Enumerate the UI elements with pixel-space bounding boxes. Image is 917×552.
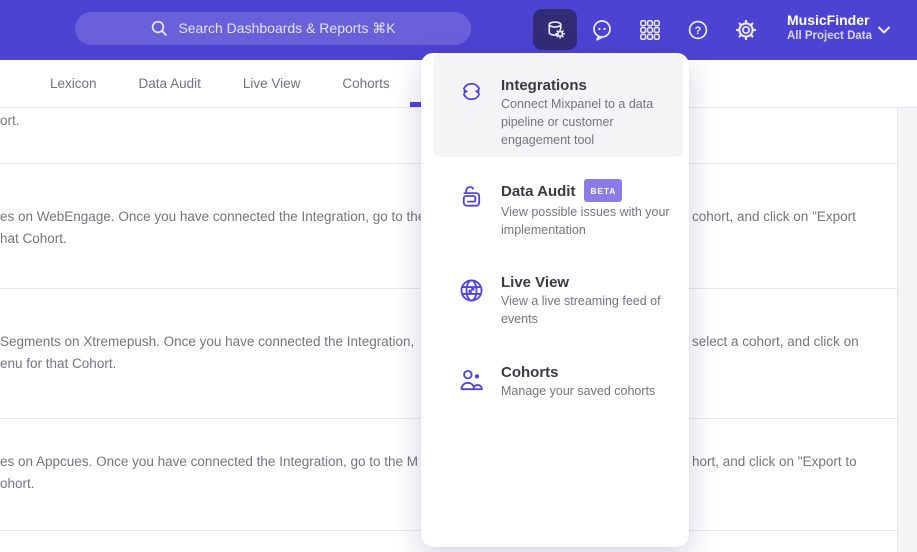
svg-text:?: ? [695,25,702,37]
menu-item-description: Connect Mixpanel to a data pipeline or c… [501,97,654,147]
integration-row-text: select a cohort, and click on [692,334,859,349]
tab-lexicon[interactable]: Lexicon [50,76,97,91]
integration-row-text: ort. [0,113,20,128]
database-gear-icon [544,18,567,41]
integration-row-text: hort, and click on "Export to [692,454,857,469]
data-management-dropdown: Lexicon Document and transform your even… [421,53,689,547]
people-icon [458,367,485,394]
project-switcher[interactable]: MusicFinder All Project Data [787,11,872,44]
settings-button[interactable] [734,18,758,42]
beta-badge: BETA [584,179,623,202]
menu-item-title: Live View [501,274,570,291]
menu-item-live-view[interactable]: Live View View a live streaming feed of … [421,272,689,328]
search-icon [150,19,169,38]
chevron-down-icon[interactable] [876,23,892,37]
apps-grid-button[interactable] [638,18,662,42]
project-subtitle: All Project Data [787,30,872,42]
tab-data-audit[interactable]: Data Audit [139,76,201,91]
sync-arrows-icon [458,78,485,105]
tab-live-view[interactable]: Live View [243,76,301,91]
menu-item-title: Integrations [501,77,587,94]
menu-item-description: Manage your saved cohorts [501,384,656,398]
menu-item-title: Cohorts [501,364,559,381]
menu-item-title: Data Audit [501,182,576,200]
feedback-button[interactable] [590,18,614,42]
tab-cohorts[interactable]: Cohorts [342,76,389,91]
menu-item-data-audit[interactable]: Data Audit BETA View possible issues wit… [421,178,689,239]
data-management-button[interactable] [533,9,577,50]
globe-icon [458,277,485,304]
topbar: Search Dashboards & Reports ⌘K ? MusicFi… [0,0,917,60]
project-name: MusicFinder [787,12,870,28]
integration-row-text: es on WebEngage. Once you have connected… [0,209,426,246]
search-placeholder: Search Dashboards & Reports ⌘K [178,20,396,36]
integration-row-text: es on Appcues. Once you have connected t… [0,454,419,491]
search-input[interactable]: Search Dashboards & Reports ⌘K [75,12,471,45]
scrollbar-gutter[interactable] [897,108,917,552]
chat-bubble-face-icon [590,18,614,42]
integration-row-text: cohort, and click on "Export [692,209,856,224]
gear-icon [734,18,758,42]
menu-item-integrations[interactable]: Integrations Connect Mixpanel to a data … [433,53,683,157]
question-circle-icon: ? [686,18,710,42]
integration-row-text: Segments on Xtremepush. Once you have co… [0,334,415,371]
menu-item-description: View a live streaming feed of events [501,294,661,326]
menu-item-description: View possible issues with your implement… [501,205,670,237]
help-button[interactable]: ? [686,18,710,42]
app-window: ort. es on WebEngage. Once you have conn… [0,0,917,552]
menu-item-cohorts[interactable]: Cohorts Manage your saved cohorts [421,362,689,400]
audit-lock-icon [458,183,485,210]
grid-icon [638,18,662,42]
